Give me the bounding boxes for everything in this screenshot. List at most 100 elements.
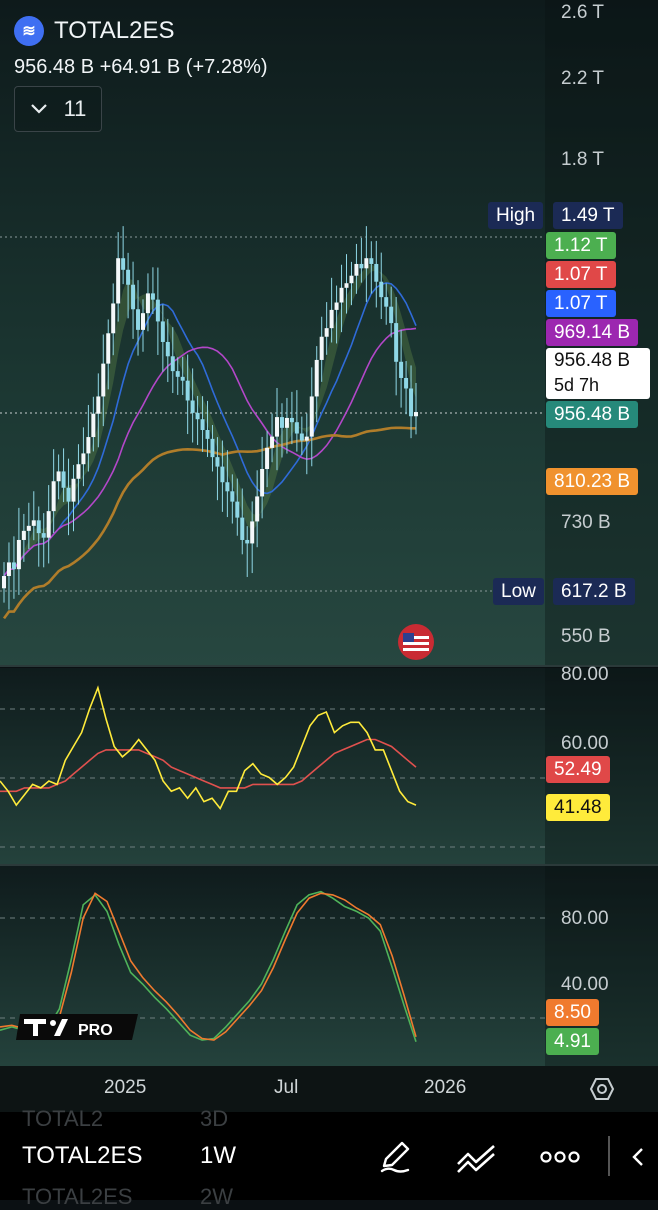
candle-up: [91, 413, 96, 438]
ma-label-blue: 1.07 T: [546, 290, 616, 317]
candle-down: [175, 371, 180, 377]
last-price-box: 956.48 B 5d 7h: [546, 348, 650, 399]
candle-down: [369, 258, 374, 264]
exchange-logo-icon: ≋: [14, 16, 44, 46]
symbol-name[interactable]: TOTAL2ES: [54, 17, 175, 45]
candle-down: [289, 417, 294, 423]
bottom-toolbar: TOTAL2 3D TOTAL2ES 1W TOTAL2ES 2W: [0, 1106, 658, 1209]
candle-down: [126, 269, 131, 285]
candle-up: [270, 436, 275, 448]
candle-up: [116, 258, 121, 304]
candle-down: [66, 487, 71, 502]
candle-up: [101, 363, 106, 397]
chevron-down-icon: [30, 104, 47, 114]
settings-hexagon-icon[interactable]: [589, 1076, 615, 1102]
candle-up: [255, 496, 260, 522]
low-tag: Low: [493, 578, 544, 605]
high-value: 1.49 T: [553, 202, 623, 229]
candle-down: [121, 258, 126, 270]
candle-down: [279, 417, 284, 428]
candle-down: [245, 539, 250, 544]
candle-up: [324, 328, 329, 337]
symbol-header: ≋ TOTAL2ES 956.48 B +64.91 B (+7.28%): [14, 16, 268, 79]
dropdown-count: 11: [63, 96, 87, 121]
candle-up: [16, 539, 21, 570]
ghost-symbol-above: TOTAL2: [22, 1106, 104, 1131]
candle-up: [329, 309, 334, 329]
stoch-k-label: 4.91: [546, 1028, 599, 1055]
candle-up: [145, 293, 150, 314]
time-tick: Jul: [274, 1077, 299, 1098]
arrow-left-icon[interactable]: [628, 1146, 650, 1168]
trend-lines-icon[interactable]: [456, 1140, 498, 1174]
candle-down: [200, 419, 205, 431]
candle-up: [339, 287, 344, 303]
candle-down: [294, 422, 299, 434]
price-tick: 2.2 T: [561, 68, 604, 89]
indicator-dropdown[interactable]: 11: [14, 86, 102, 132]
candle-up: [275, 417, 280, 437]
candle-down: [299, 433, 304, 441]
price-change: 956.48 B +64.91 B (+7.28%): [14, 56, 268, 78]
candle-up: [76, 464, 81, 479]
candle-up: [364, 258, 369, 269]
candle-up: [284, 417, 289, 428]
pencil-icon[interactable]: [378, 1140, 412, 1174]
candle-down: [36, 520, 41, 534]
candle-down: [399, 361, 404, 378]
candle-down: [225, 482, 230, 492]
candle-down: [235, 501, 240, 518]
candle-down: [230, 491, 235, 502]
candle-up: [314, 359, 319, 397]
candle-down: [205, 430, 210, 439]
toolbar-divider: [608, 1136, 610, 1176]
more-icon[interactable]: [540, 1150, 580, 1164]
candle-down: [215, 457, 220, 467]
ma-label-orange: 810.23 B: [546, 468, 639, 495]
candle-up: [265, 447, 270, 470]
rsi-ma-label: 52.49: [546, 756, 610, 783]
ma-label-purple: 969.14 B: [546, 319, 639, 346]
time-tick: 2025: [104, 1077, 147, 1098]
us-flag-icon: [403, 633, 429, 651]
rsi-tick: 80.00: [561, 664, 609, 685]
candle-up: [349, 275, 354, 284]
candle-up: [26, 525, 31, 531]
candle-up: [81, 453, 86, 465]
candle-up: [2, 576, 6, 589]
candle-down: [190, 400, 195, 413]
rsi-tick: 60.00: [561, 733, 609, 754]
stoch-tick: 40.00: [561, 974, 609, 995]
candle-down: [150, 293, 155, 300]
candle-up: [106, 333, 111, 364]
candle-up: [334, 302, 339, 310]
candle-down: [389, 306, 394, 324]
candle-down: [131, 284, 136, 310]
ghost-timeframe-above: 3D: [200, 1106, 229, 1131]
candle-down: [185, 380, 190, 401]
candle-down: [136, 309, 141, 330]
candle-down: [195, 412, 200, 420]
candle-down: [165, 341, 170, 357]
candle-up: [96, 396, 101, 414]
candle-up: [111, 303, 116, 334]
high-tag: High: [488, 202, 544, 229]
toolbar-timeframe[interactable]: 1W: [200, 1142, 236, 1170]
candle-down: [240, 517, 245, 540]
price-tick: 730 B: [561, 512, 611, 533]
price-tick: 2.6 T: [561, 2, 604, 23]
candle-down: [220, 466, 225, 483]
candle-down: [404, 377, 409, 389]
candle-down: [160, 321, 165, 342]
toolbar-symbol[interactable]: TOTAL2ES: [22, 1142, 143, 1170]
candle-up: [344, 283, 349, 288]
candle-down: [11, 562, 16, 570]
candle-up: [51, 481, 56, 512]
candle-up: [319, 336, 324, 360]
candle-up: [414, 412, 418, 417]
ma-label-red: 1.07 T: [546, 261, 616, 288]
candle-up: [140, 313, 145, 330]
candle-up: [6, 562, 11, 577]
us-flag-event-icon[interactable]: [398, 624, 434, 660]
candle-down: [409, 388, 414, 417]
